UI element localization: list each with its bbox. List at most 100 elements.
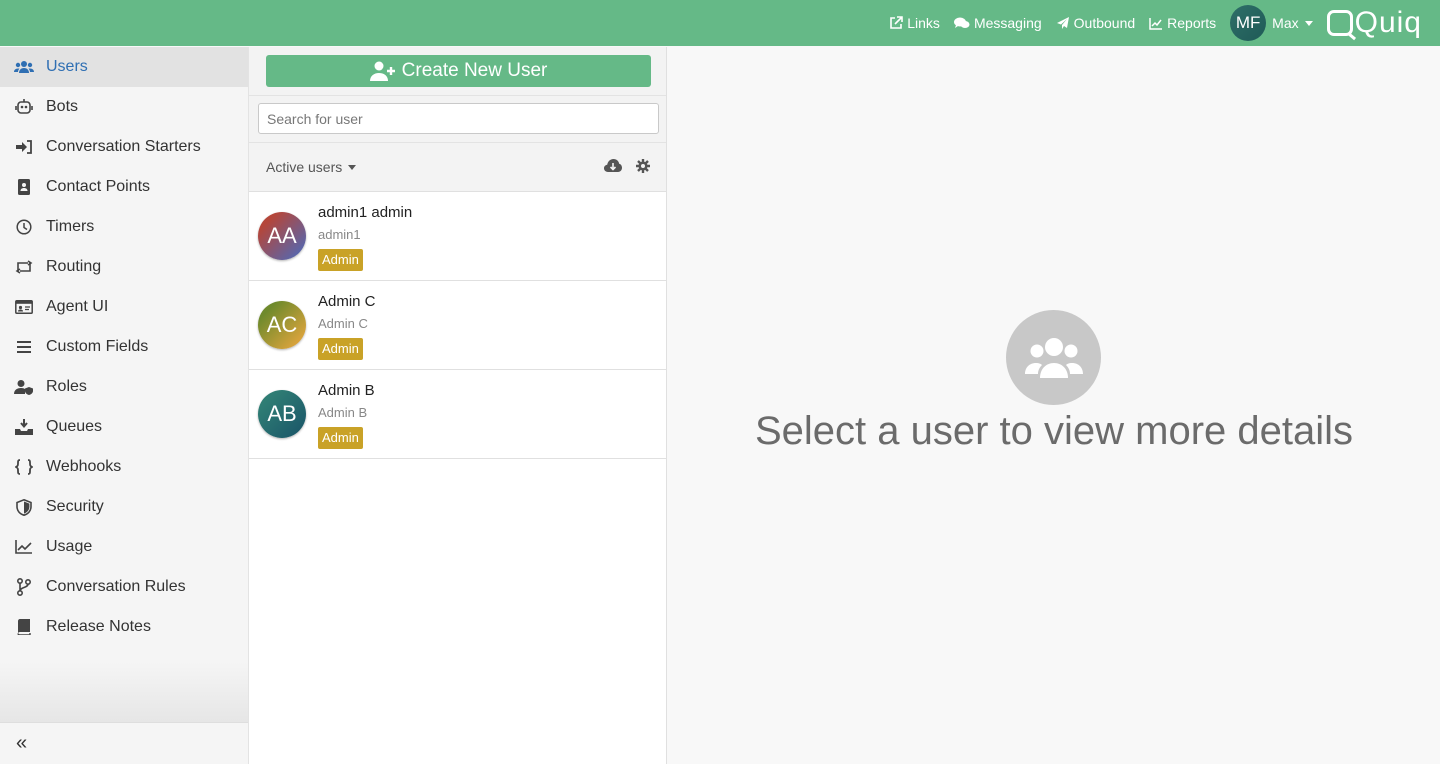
sidebar-item-conversation-rules[interactable]: Conversation Rules [0, 567, 248, 607]
cloud-download-icon [604, 159, 622, 172]
create-new-user-button[interactable]: Create New User [266, 55, 651, 87]
user-login: admin1 [318, 227, 361, 242]
sidebar-item-label: Conversation Rules [46, 578, 186, 595]
users-icon [14, 57, 34, 77]
user-row[interactable]: AC Admin C Admin C Admin [249, 281, 666, 370]
paper-plane-icon [1056, 17, 1069, 29]
user-name: Admin C [318, 293, 376, 310]
user-menu[interactable]: MF Max [1230, 5, 1313, 41]
inbox-download-icon [14, 417, 34, 437]
chart-line-icon [1149, 17, 1163, 30]
nav-link-label: Messaging [973, 15, 1042, 31]
user-login: Admin B [318, 405, 368, 420]
sidebar-item-label: Contact Points [46, 178, 151, 195]
create-new-user-label: Create New User [401, 60, 548, 81]
sidebar-item-label: Custom Fields [46, 338, 149, 355]
sidebar-item-timers[interactable]: Timers [0, 207, 248, 247]
sidebar-item-usage[interactable]: Usage [0, 527, 248, 567]
nav-link-label: Outbound [1073, 15, 1136, 31]
sidebar-fade [0, 662, 248, 722]
user-row[interactable]: AB Admin B Admin B Admin [249, 370, 666, 459]
role-badge: Admin [318, 338, 363, 360]
sidebar-item-security[interactable]: Security [0, 487, 248, 527]
caret-down-icon [348, 164, 357, 170]
sidebar-item-routing[interactable]: Routing [0, 247, 248, 287]
sidebar-item-webhooks[interactable]: Webhooks [0, 447, 248, 487]
sidebar-item-bots[interactable]: Bots [0, 87, 248, 127]
sidebar-item-label: Users [46, 58, 88, 75]
nav-link-reports[interactable]: Reports [1149, 15, 1216, 31]
user-filter-dropdown[interactable]: Active users [266, 159, 357, 175]
settings-button[interactable] [636, 159, 650, 173]
code-branch-icon [14, 577, 34, 597]
sidebar-item-label: Agent UI [46, 298, 109, 315]
double-chevron-left-icon: « [16, 732, 28, 754]
external-link-icon [890, 16, 904, 29]
sidebar-item-label: Queues [46, 418, 103, 435]
user-plus-icon [369, 61, 395, 81]
user-name: Max [1272, 15, 1299, 31]
nav-link-outbound[interactable]: Outbound [1056, 15, 1136, 31]
chart-area-icon [14, 537, 34, 557]
user-login: Admin C [318, 316, 368, 331]
user-detail-panel: Select a user to view more details [668, 47, 1440, 764]
users-panel: Create New User Active users AA admin1 a… [249, 47, 667, 764]
top-nav: Links Messaging Outbound Reports MF Max … [875, 0, 1422, 46]
nav-link-links[interactable]: Links [889, 15, 940, 31]
address-book-icon [14, 177, 34, 197]
user-filter-label: Active users [266, 159, 343, 175]
retweet-icon [14, 257, 34, 277]
create-user-bar: Create New User [249, 47, 666, 96]
filter-actions [590, 159, 650, 173]
clock-icon [14, 217, 34, 237]
sidebar-item-label: Bots [46, 98, 79, 115]
download-button[interactable] [604, 159, 622, 173]
role-badge: Admin [318, 249, 363, 271]
sidebar-item-agent-ui[interactable]: Agent UI [0, 287, 248, 327]
sidebar-item-custom-fields[interactable]: Custom Fields [0, 327, 248, 367]
search-input[interactable] [258, 103, 659, 134]
top-bar: Links Messaging Outbound Reports MF Max … [0, 0, 1440, 46]
sidebar-item-label: Timers [46, 218, 95, 235]
nav-link-label: Links [907, 15, 940, 31]
avatar: AA [258, 212, 306, 260]
sidebar-item-label: Usage [46, 538, 93, 555]
logo-mark-icon [1326, 10, 1353, 36]
shield-icon [14, 497, 34, 517]
sidebar-item-label: Routing [46, 258, 102, 275]
logo-text: Quiq [1354, 6, 1422, 39]
sidebar-item-label: Release Notes [46, 618, 151, 635]
book-icon [14, 617, 34, 637]
nav-link-messaging[interactable]: Messaging [953, 15, 1042, 31]
caret-down-icon [1304, 20, 1313, 26]
robot-icon [14, 97, 34, 117]
gear-icon [636, 159, 650, 173]
comments-icon [953, 17, 970, 28]
nav-link-label: Reports [1167, 15, 1217, 31]
sidebar-item-release-notes[interactable]: Release Notes [0, 607, 248, 647]
avatar: AB [258, 390, 306, 438]
sidebar-item-roles[interactable]: Roles [0, 367, 248, 407]
sign-in-icon [14, 137, 34, 157]
avatar: AC [258, 301, 306, 349]
id-card-icon [14, 297, 34, 317]
user-shield-icon [14, 377, 34, 397]
logo[interactable]: Quiq [1326, 6, 1422, 40]
sidebar-item-conversation-starters[interactable]: Conversation Starters [0, 127, 248, 167]
sidebar-collapse-button[interactable]: « [0, 722, 248, 764]
sidebar-item-queues[interactable]: Queues [0, 407, 248, 447]
avatar: MF [1230, 5, 1267, 41]
search-bar [249, 96, 666, 143]
role-badge: Admin [318, 427, 363, 449]
sidebar: Users Bots Conversation Starters Contact… [0, 47, 249, 764]
empty-state-message: Select a user to view more details [754, 409, 1354, 453]
bars-icon [14, 337, 34, 357]
user-name: Admin B [318, 382, 375, 399]
sidebar-item-contact-points[interactable]: Contact Points [0, 167, 248, 207]
braces-icon [14, 457, 34, 477]
sidebar-item-users[interactable]: Users [0, 47, 248, 87]
users-placeholder-icon [1006, 310, 1101, 405]
user-row[interactable]: AA admin1 admin admin1 Admin [249, 192, 666, 281]
sidebar-item-label: Webhooks [46, 458, 122, 475]
user-name: admin1 admin [318, 204, 413, 221]
